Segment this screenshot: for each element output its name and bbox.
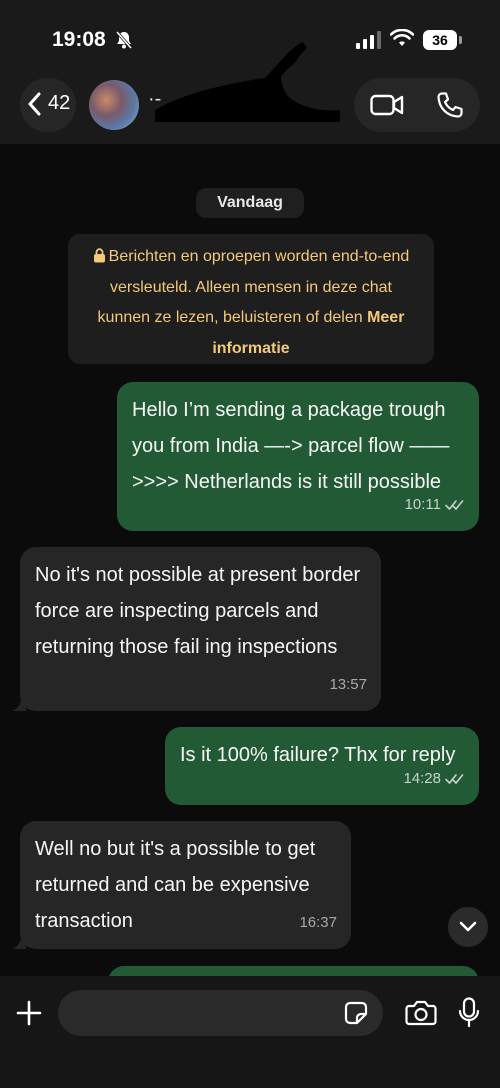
message-meta: 10:11 (405, 487, 465, 523)
sticker-icon[interactable] (344, 1001, 368, 1025)
microphone-icon[interactable] (458, 997, 480, 1029)
date-chip: Vandaag (196, 188, 304, 218)
message-meta: 16:37 (299, 905, 337, 941)
chat-header: 42 ·- (0, 42, 500, 144)
signal-icon (356, 31, 381, 49)
chevron-left-icon (28, 92, 41, 116)
phone-icon[interactable] (436, 91, 464, 119)
message-bubble-incoming[interactable]: Well no but it's a possible to get retur… (12, 821, 351, 949)
message-time: 14:28 (403, 770, 441, 787)
message-bubble-incoming[interactable]: No it's not possible at present border f… (12, 547, 381, 711)
camera-icon[interactable] (405, 1000, 437, 1026)
plus-icon[interactable] (16, 1000, 42, 1026)
chevron-down-icon (459, 921, 477, 932)
message-bubble-outgoing[interactable]: Hello I’m sending a package trough you f… (117, 382, 479, 531)
message-time: 16:37 (299, 914, 337, 931)
call-actions (354, 78, 480, 132)
message-meta: 14:28 (403, 761, 465, 797)
avatar[interactable] (89, 80, 139, 130)
message-time: 10:11 (404, 496, 441, 513)
message-text: No it's not possible at present border f… (35, 564, 361, 658)
bell-slash-icon (115, 31, 133, 49)
message-time: 13:57 (329, 676, 367, 693)
bubble-tail (12, 695, 26, 711)
composer-bar (0, 976, 500, 1088)
wifi-icon (390, 29, 414, 46)
message-meta: 13:57 (329, 667, 367, 703)
double-check-icon (445, 774, 464, 785)
bubble-tail (12, 933, 26, 949)
message-bubble-outgoing[interactable]: Is it 100% failure? Thx for reply 14:28 (165, 727, 479, 805)
video-call-icon[interactable] (370, 93, 404, 117)
message-text: Hello I’m sending a package trough you f… (132, 399, 450, 493)
encryption-notice-text: Berichten en oproepen worden end-to-end … (97, 248, 410, 326)
battery-tip (459, 36, 462, 44)
status-time: 19:08 (52, 28, 106, 51)
double-check-icon (445, 500, 464, 511)
encryption-notice[interactable]: Berichten en oproepen worden end-to-end … (68, 234, 434, 364)
unread-count: 42 (48, 92, 71, 114)
scroll-to-bottom-button[interactable] (448, 907, 488, 947)
battery-indicator: 36 (423, 30, 457, 50)
lock-icon (93, 248, 105, 263)
redaction-scribble (155, 42, 340, 122)
back-button[interactable]: 42 (20, 78, 76, 132)
message-input[interactable] (58, 990, 383, 1036)
